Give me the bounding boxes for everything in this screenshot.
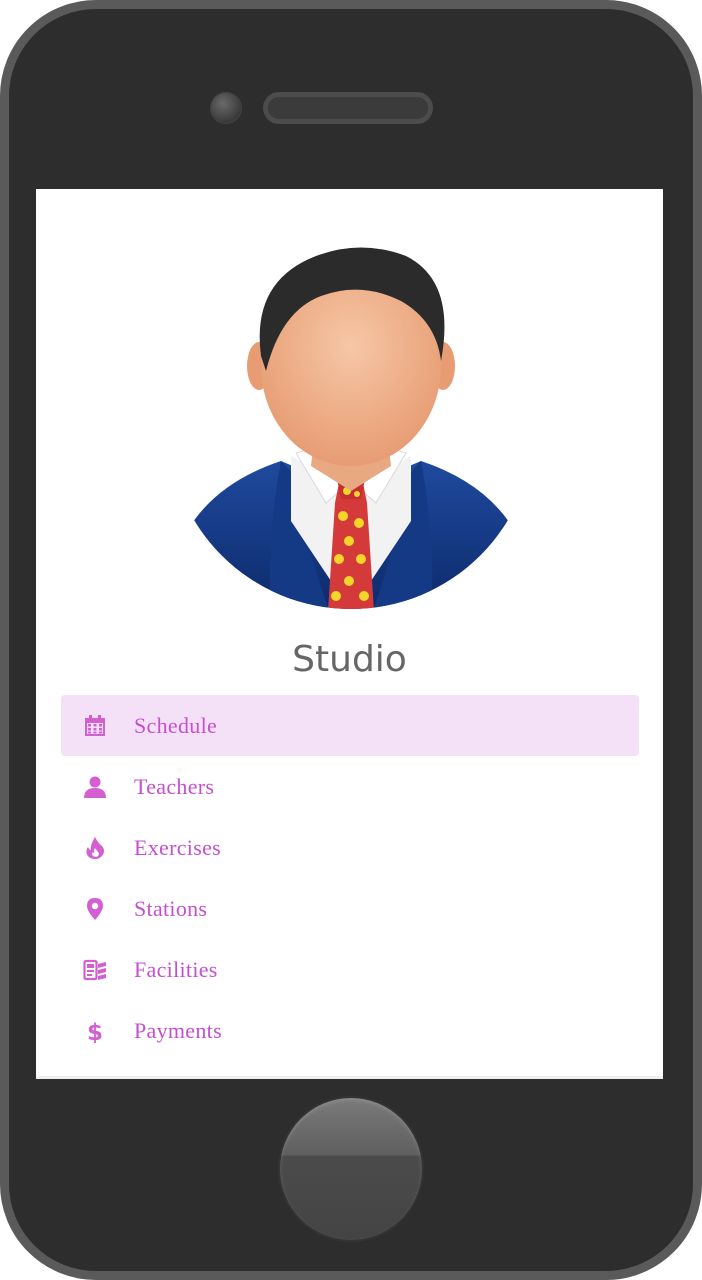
calendar-icon (83, 714, 107, 738)
menu-item-exercises[interactable]: Exercises (61, 817, 639, 878)
menu-item-schedule[interactable]: Schedule (61, 695, 639, 756)
front-camera (211, 93, 241, 123)
menu-label-facilities: Facilities (134, 956, 218, 982)
menu-divider (36, 1076, 663, 1079)
navigation-menu: Schedule Teachers Exercises Stations Fac… (61, 695, 639, 1061)
menu-label-payments: Payments (134, 1017, 222, 1043)
menu-item-stations[interactable]: Stations (61, 878, 639, 939)
svg-text:$: $ (87, 1020, 103, 1043)
page-title: Studio (292, 639, 407, 680)
user-icon (83, 775, 107, 799)
menu-label-teachers: Teachers (134, 773, 215, 799)
dollar-icon: $ (83, 1019, 107, 1043)
menu-item-facilities[interactable]: Facilities (61, 939, 639, 1000)
menu-label-exercises: Exercises (134, 834, 221, 860)
menu-label-schedule: Schedule (134, 712, 218, 738)
home-button[interactable] (280, 1098, 422, 1240)
map-pin-icon (83, 897, 107, 921)
phone-frame: Studio Schedule Teachers Exercises Stati… (0, 0, 702, 1280)
menu-item-payments[interactable]: $ Payments (61, 1000, 639, 1061)
profile-avatar[interactable] (171, 241, 531, 611)
menu-label-stations: Stations (134, 895, 208, 921)
fire-icon (83, 836, 107, 860)
app-screen: Studio Schedule Teachers Exercises Stati… (36, 189, 663, 1079)
facilities-icon (83, 958, 107, 982)
earpiece-speaker (263, 92, 433, 124)
menu-item-teachers[interactable]: Teachers (61, 756, 639, 817)
